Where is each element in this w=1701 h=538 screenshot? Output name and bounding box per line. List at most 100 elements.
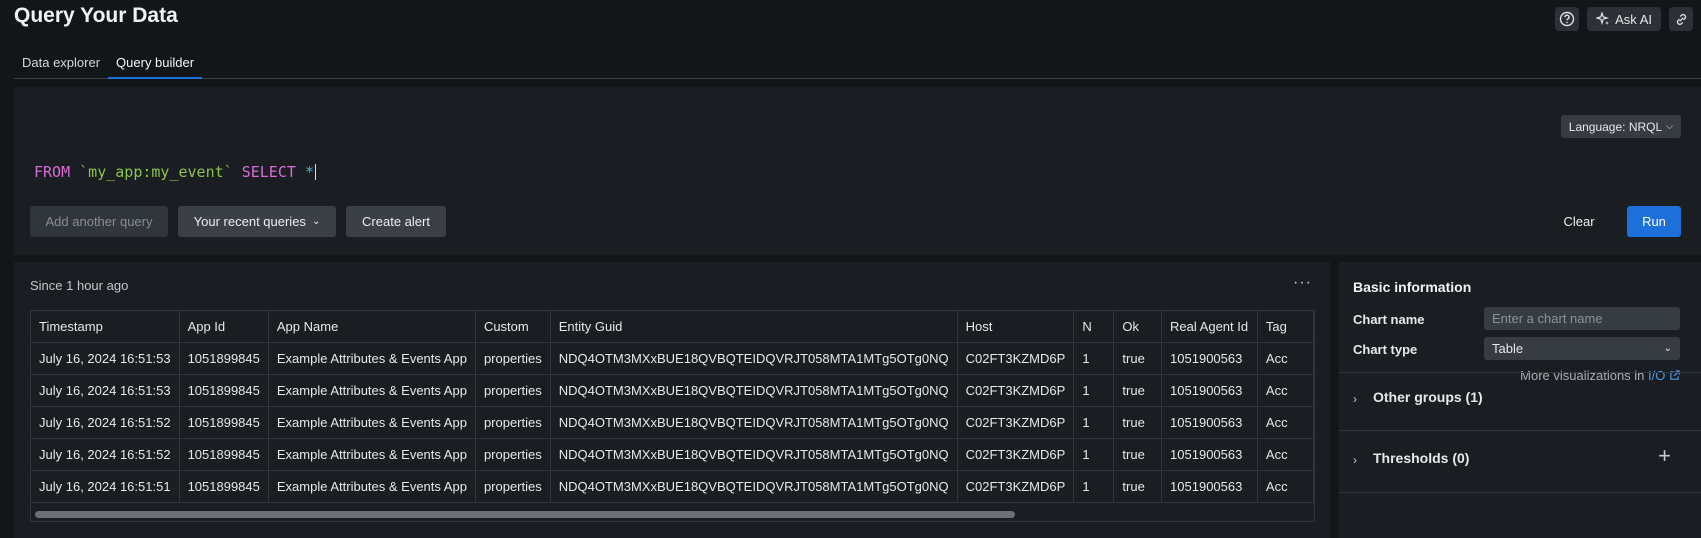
table-cell: 1051899845: [179, 406, 269, 439]
time-range-label: Since 1 hour ago: [30, 278, 129, 293]
chart-name-placeholder: Enter a chart name: [1492, 311, 1603, 326]
table-cell: true: [1113, 374, 1163, 407]
chart-name-input[interactable]: Enter a chart name: [1484, 307, 1680, 330]
thresholds-title: Thresholds (0): [1373, 450, 1470, 466]
table-cell: Acc: [1257, 374, 1314, 407]
table-row: July 16, 2024 16:51:52 1051899845 Exampl…: [31, 406, 1314, 439]
table-cell: July 16, 2024 16:51:53: [31, 374, 180, 407]
table-cell: 1051899845: [179, 438, 269, 471]
column-header[interactable]: App Id: [179, 311, 269, 343]
create-alert-button[interactable]: Create alert: [346, 206, 446, 237]
table-cell: 1: [1073, 406, 1115, 439]
tab-query-builder[interactable]: Query builder: [108, 48, 203, 79]
tab-data-explorer[interactable]: Data explorer: [14, 48, 108, 77]
chart-type-value: Table: [1492, 341, 1524, 356]
thresholds-section[interactable]: › Thresholds (0) +: [1339, 430, 1701, 493]
table-cell: Example Attributes & Events App: [268, 342, 476, 375]
table-cell: 1051900563: [1161, 470, 1258, 503]
table-row: July 16, 2024 16:51:53 1051899845 Exampl…: [31, 342, 1314, 375]
chevron-down-icon: ⌄: [311, 216, 321, 227]
table-cell: C02FT3KZMD6P: [957, 438, 1075, 471]
query-table-name: `my_app:my_event`: [79, 163, 233, 181]
table-cell: properties: [475, 470, 551, 503]
language-label: Language: NRQL: [1568, 119, 1663, 134]
table-cell: 1051900563: [1161, 438, 1258, 471]
table-cell: July 16, 2024 16:51:52: [31, 438, 180, 471]
more-options-button[interactable]: ···: [1293, 274, 1312, 292]
page-title: Query Your Data: [14, 4, 178, 27]
chart-name-label: Chart name: [1353, 312, 1425, 327]
column-header[interactable]: Tag: [1257, 311, 1314, 343]
horizontal-scrollbar[interactable]: [35, 511, 1015, 518]
column-header[interactable]: Host: [957, 311, 1075, 343]
add-another-query-button[interactable]: Add another query: [30, 206, 168, 237]
text-cursor: [314, 164, 316, 180]
table-cell: properties: [475, 374, 551, 407]
table-cell: 1051900563: [1161, 406, 1258, 439]
chart-type-label: Chart type: [1353, 342, 1418, 357]
table-cell: NDQ4OTM3MXxBUE18QVBQTEIDQVRJT058MTA1MTg5…: [550, 374, 958, 407]
table-cell: NDQ4OTM3MXxBUE18QVBQTEIDQVRJT058MTA1MTg5…: [550, 438, 958, 471]
table-cell: Acc: [1257, 470, 1314, 503]
column-header[interactable]: Ok: [1113, 311, 1163, 343]
table-cell: July 16, 2024 16:51:51: [31, 470, 180, 503]
other-groups-section[interactable]: › Other groups (1): [1339, 372, 1701, 431]
column-header[interactable]: App Name: [268, 311, 476, 343]
column-header[interactable]: Real Agent Id: [1161, 311, 1258, 343]
results-table-wrapper[interactable]: Timestamp App Id App Name Custom Entity …: [30, 310, 1315, 522]
table-cell: 1: [1073, 342, 1115, 375]
table-cell: NDQ4OTM3MXxBUE18QVBQTEIDQVRJT058MTA1MTg5…: [550, 406, 958, 439]
table-cell: Example Attributes & Events App: [268, 406, 476, 439]
table-cell: true: [1113, 406, 1163, 439]
table-row: July 16, 2024 16:51:52 1051899845 Exampl…: [31, 438, 1314, 471]
tab-bar: Data explorer Query builder: [14, 48, 1701, 79]
table-cell: July 16, 2024 16:51:53: [31, 342, 180, 375]
table-cell: Acc: [1257, 406, 1314, 439]
table-cell: NDQ4OTM3MXxBUE18QVBQTEIDQVRJT058MTA1MTg5…: [550, 342, 958, 375]
ask-ai-button[interactable]: Ask AI: [1587, 7, 1661, 31]
chevron-down-icon: ⌄: [1663, 343, 1672, 354]
table-cell: 1051899845: [179, 342, 269, 375]
table-cell: true: [1113, 342, 1163, 375]
table-cell: Acc: [1257, 438, 1314, 471]
query-from-keyword: FROM: [34, 163, 71, 181]
top-actions: Ask AI: [1555, 7, 1693, 31]
run-button[interactable]: Run: [1627, 206, 1681, 237]
column-header[interactable]: Timestamp: [31, 311, 180, 343]
query-select-keyword: SELECT: [241, 163, 296, 181]
recent-queries-label: Your recent queries: [193, 214, 306, 229]
column-header[interactable]: Custom: [475, 311, 551, 343]
results-panel: Since 1 hour ago ··· Timestamp App Id Ap…: [14, 262, 1330, 538]
table-cell: properties: [475, 438, 551, 471]
table-cell: 1: [1073, 438, 1115, 471]
copy-link-button[interactable]: [1669, 7, 1693, 31]
query-editor-panel: Language: NRQL ⌵ FROM `my_app:my_event` …: [14, 87, 1701, 255]
chevron-down-icon: ⌵: [1666, 121, 1673, 131]
table-cell: 1051899845: [179, 374, 269, 407]
column-header[interactable]: Entity Guid: [550, 311, 958, 343]
table-cell: C02FT3KZMD6P: [957, 374, 1075, 407]
ellipsis-icon: ···: [1293, 274, 1312, 291]
add-threshold-icon[interactable]: +: [1658, 443, 1671, 469]
help-button[interactable]: [1555, 7, 1580, 31]
table-cell: properties: [475, 342, 551, 375]
column-header[interactable]: N: [1073, 311, 1115, 343]
table-cell: July 16, 2024 16:51:52: [31, 406, 180, 439]
table-cell: Example Attributes & Events App: [268, 374, 476, 407]
table-cell: Acc: [1257, 342, 1314, 375]
results-table: Timestamp App Id App Name Custom Entity …: [31, 311, 1314, 503]
table-cell: 1051899845: [179, 470, 269, 503]
table-cell: Example Attributes & Events App: [268, 470, 476, 503]
link-icon: [1676, 13, 1686, 25]
table-cell: 1051900563: [1161, 342, 1258, 375]
query-star: *: [304, 163, 314, 181]
clear-button[interactable]: Clear: [1550, 206, 1608, 237]
chart-type-select[interactable]: Table ⌄: [1484, 337, 1680, 360]
recent-queries-button[interactable]: Your recent queries ⌄: [178, 206, 336, 237]
sparkle-icon: [1596, 12, 1610, 25]
chevron-right-icon: ›: [1353, 453, 1357, 467]
query-input[interactable]: FROM `my_app:my_event` SELECT *: [34, 163, 316, 181]
table-row: July 16, 2024 16:51:53 1051899845 Exampl…: [31, 374, 1314, 407]
language-select[interactable]: Language: NRQL ⌵: [1560, 115, 1681, 138]
chevron-right-icon: ›: [1353, 392, 1357, 406]
